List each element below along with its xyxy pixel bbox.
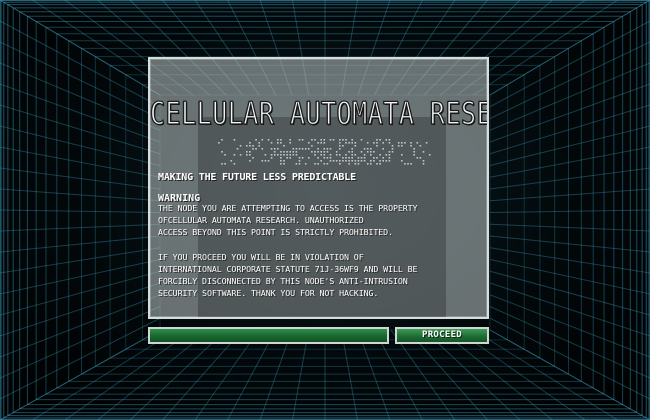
warning-text-line: IF YOU PROCEED YOU WILL BE IN VIOLATION …: [158, 252, 364, 262]
progress-bar-fill: [150, 329, 387, 342]
warning-text-line: SECURITY SOFTWARE. THANK YOU FOR NOT HAC…: [158, 288, 379, 298]
warning-panel: CELLULAR AUTOMATA RESEARCH MAKING THE FU…: [148, 57, 489, 319]
warning-text-line: THE NODE YOU ARE ATTEMPTING TO ACCESS IS…: [158, 203, 418, 213]
warning-text-line: INTERNATIONAL CORPORATE STATUTE 71J-36WF…: [158, 264, 418, 274]
progress-bar: [148, 327, 389, 344]
tagline: MAKING THE FUTURE LESS PREDICTABLE: [158, 172, 356, 183]
warning-text-line: OFCELLULAR AUTOMATA RESEARCH. UNAUTHORIZ…: [158, 215, 364, 225]
dot-matrix-pattern-icon: [218, 139, 431, 165]
warning-text-line: FORCIBLY DISCONNECTED BY THIS NODE'S ANT…: [158, 276, 408, 286]
proceed-button[interactable]: PROCEED: [395, 327, 489, 344]
warning-text-line: ACCESS BEYOND THIS POINT IS STRICTLY PRO…: [158, 227, 393, 237]
login-screen: CELLULAR AUTOMATA RESEARCH MAKING THE FU…: [0, 0, 650, 420]
page-title: CELLULAR AUTOMATA RESEARCH: [150, 94, 489, 132]
